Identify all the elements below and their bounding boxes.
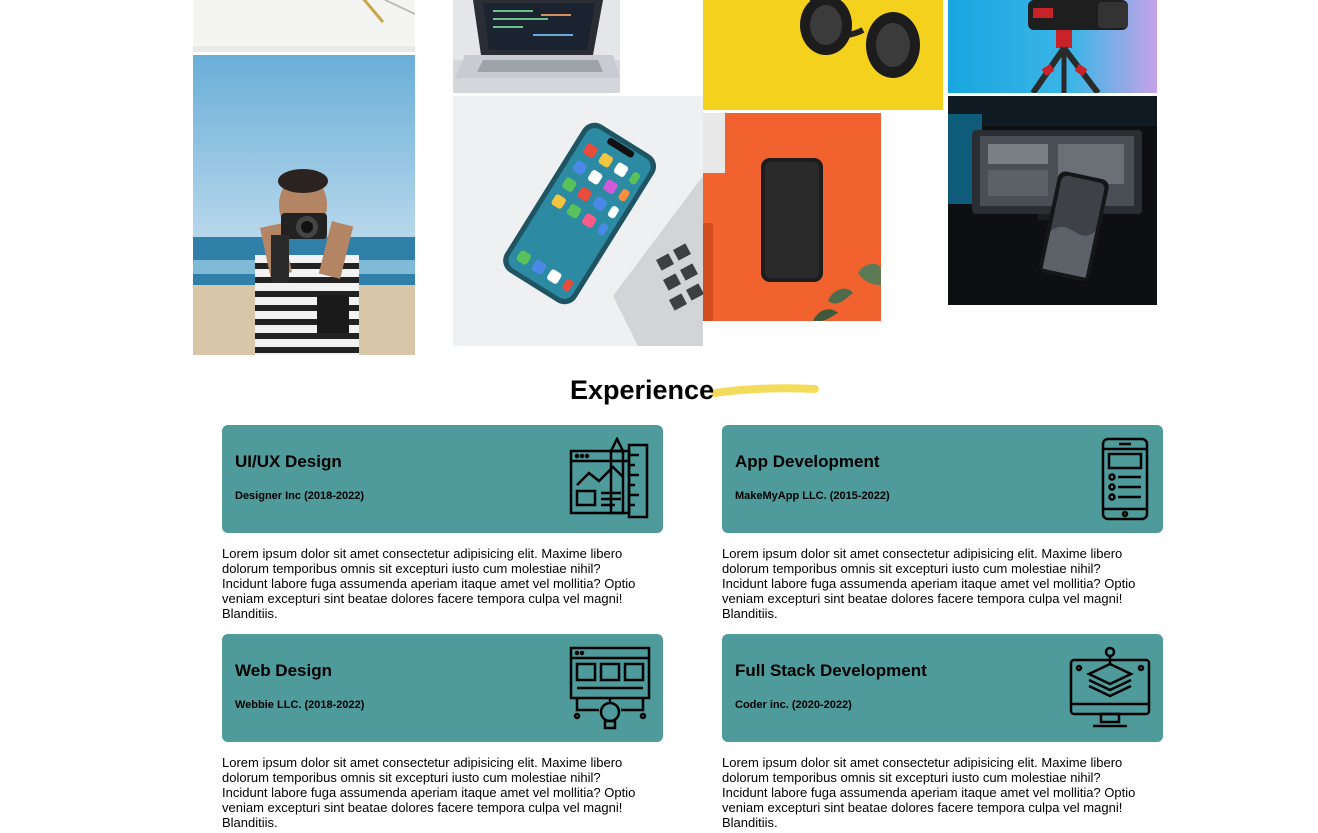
phone-dark-desk-photo[interactable] [948, 96, 1157, 305]
card-company: MakeMyApp LLC. (2015-2022) [735, 490, 890, 502]
card-title: Full Stack Development [735, 661, 927, 680]
mobile-app-icon [1069, 437, 1151, 521]
smartphone-on-laptop-photo[interactable] [453, 96, 703, 346]
experience-description: Lorem ipsum dolor sit amet consectetur a… [722, 546, 1136, 621]
card-title: Web Design [235, 661, 332, 680]
card-title: UI/UX Design [235, 452, 342, 471]
experience-card-web-design: Web Design Webbie LLC. (2018-2022) [222, 634, 663, 742]
experience-card-full-stack: Full Stack Development Coder inc. (2020-… [722, 634, 1163, 742]
card-company: Coder inc. (2020-2022) [735, 699, 852, 711]
design-tools-icon [569, 437, 651, 521]
title-highlight-stroke [711, 384, 819, 397]
experience-description: Lorem ipsum dolor sit amet consectetur a… [722, 755, 1136, 830]
laptop-code-photo[interactable] [453, 0, 620, 93]
experience-description: Lorem ipsum dolor sit amet consectetur a… [222, 546, 636, 621]
experience-card-app-development: App Development MakeMyApp LLC. (2015-202… [722, 425, 1163, 533]
card-title: App Development [735, 452, 880, 471]
full-stack-icon [1069, 646, 1151, 730]
phone-orange-photo[interactable] [703, 113, 881, 321]
notebook-pen-photo[interactable] [193, 0, 415, 52]
card-company: Designer Inc (2018-2022) [235, 490, 365, 502]
headphones-yellow-photo[interactable] [703, 0, 943, 110]
section-title: Experience [570, 375, 715, 405]
camera-tripod-photo[interactable] [948, 0, 1157, 93]
card-company: Webbie LLC. (2018-2022) [235, 699, 365, 711]
web-design-icon [569, 646, 651, 730]
photo-gallery [0, 0, 1318, 360]
experience-description: Lorem ipsum dolor sit amet consectetur a… [222, 755, 636, 830]
photographer-beach-photo[interactable] [193, 55, 415, 355]
experience-card-ui-ux: UI/UX Design Designer Inc (2018-2022) [222, 425, 663, 533]
